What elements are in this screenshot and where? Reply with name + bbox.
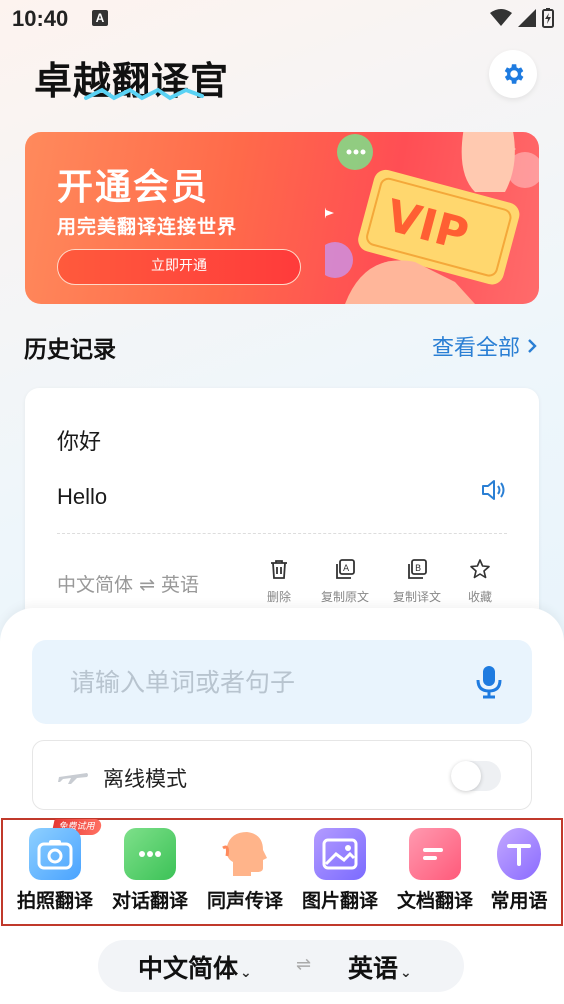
- star-icon: [470, 559, 490, 579]
- activate-button[interactable]: 立即开通: [57, 249, 301, 285]
- gear-icon: [504, 64, 524, 84]
- trash-icon: [271, 560, 287, 579]
- tool-label: 文档翻译: [396, 890, 473, 912]
- tool-label: 常用语: [490, 890, 548, 912]
- tool-photo-translate[interactable]: 拍照翻译: [7, 828, 103, 913]
- history-target-text: Hello: [57, 484, 108, 509]
- document-icon: [409, 828, 461, 880]
- translate-input-box[interactable]: [32, 640, 532, 724]
- tool-label: 同声传译: [206, 890, 283, 912]
- svg-text:B: B: [415, 564, 421, 574]
- chevron-down-icon: ⌄: [400, 965, 412, 981]
- copy-source-icon: A: [336, 559, 355, 579]
- history-source-text: 你好: [57, 430, 102, 455]
- offline-mode-label: 离线模式: [103, 767, 187, 791]
- chat-bubble-icon: [124, 828, 176, 880]
- favorite-label: 收藏: [467, 590, 492, 604]
- history-title: 历史记录: [24, 337, 116, 363]
- copy-translation-icon: B: [408, 559, 427, 579]
- history-lang-from: 中文简体: [57, 574, 134, 596]
- delete-label: 删除: [266, 590, 291, 604]
- tool-image-translate[interactable]: 图片翻译: [292, 828, 388, 913]
- offline-mode-toggle[interactable]: [451, 761, 501, 791]
- notification-icon: A: [92, 10, 108, 26]
- svg-text:A: A: [343, 564, 350, 574]
- speaker-icon[interactable]: [480, 476, 508, 504]
- favorite-button[interactable]: 收藏: [448, 558, 512, 605]
- view-all-link[interactable]: 查看全部: [432, 330, 538, 362]
- view-all-label: 查看全部: [431, 336, 520, 361]
- signal-icon: [518, 9, 536, 27]
- target-language-label: 英语: [348, 954, 399, 983]
- copy-translation-button[interactable]: B 复制译文: [385, 558, 449, 605]
- tool-simultaneous-interpretation[interactable]: 同声传译: [197, 828, 293, 913]
- battery-icon: [542, 8, 554, 28]
- source-language-button[interactable]: 中文简体 ⌄: [138, 949, 252, 985]
- tools-row: 免费试用 拍照翻译 对话翻译 同声传译 图片翻译 文档翻译 常用语: [1, 818, 563, 926]
- target-language-button[interactable]: 英语 ⌄: [348, 949, 412, 985]
- card-divider: [57, 533, 507, 534]
- chevron-down-icon: ⌄: [240, 965, 252, 981]
- status-time: 10:40: [12, 6, 69, 31]
- tool-label: 拍照翻译: [16, 890, 93, 912]
- tool-label: 图片翻译: [301, 890, 378, 912]
- airplane-icon: [58, 773, 88, 784]
- wifi-icon: [490, 9, 512, 26]
- settings-button[interactable]: [489, 50, 537, 98]
- camera-icon: [29, 828, 81, 880]
- banner-subtitle: 用完美翻译连接世界: [57, 216, 238, 238]
- history-card[interactable]: 你好 Hello 中文简体 ⇌ 英语 删除 A 复制原文 B 复制译文 收藏: [25, 388, 539, 638]
- translate-input[interactable]: [70, 664, 450, 700]
- language-selector-bar: 中文简体 ⌄ ⇌ 英语 ⌄: [98, 940, 464, 992]
- vip-banner[interactable]: 开通会员 用完美翻译连接世界 立即开通 VIP: [25, 132, 539, 304]
- status-icons: [490, 8, 554, 28]
- history-lang-to: 英语: [161, 574, 200, 596]
- swap-languages-button[interactable]: ⇌: [296, 954, 311, 975]
- history-swap-icon: ⇌: [139, 574, 155, 596]
- status-bar: 10:40 A: [0, 0, 564, 40]
- offline-mode-row[interactable]: 离线模式: [32, 740, 532, 810]
- microphone-icon[interactable]: [472, 664, 506, 700]
- delete-button[interactable]: 删除: [247, 558, 311, 605]
- tool-common-phrases[interactable]: 常用语: [475, 828, 563, 913]
- source-language-label: 中文简体: [138, 954, 239, 983]
- title-underline-decoration: [84, 87, 204, 101]
- copy-source-label: 复制原文: [320, 590, 369, 604]
- tool-label: 对话翻译: [111, 890, 188, 912]
- vip-card-illustration: VIP: [325, 132, 539, 304]
- copy-source-button[interactable]: A 复制原文: [313, 558, 377, 605]
- banner-title: 开通会员: [57, 167, 210, 208]
- history-lang-pair: 中文简体 ⇌ 英语: [57, 570, 199, 597]
- copy-translation-label: 复制译文: [392, 590, 441, 604]
- chevron-right-icon: [528, 339, 537, 353]
- toggle-knob: [451, 761, 481, 791]
- image-icon: [314, 828, 366, 880]
- tool-dialogue-translate[interactable]: 对话翻译: [102, 828, 198, 913]
- text-t-icon: [497, 828, 541, 880]
- tool-document-translate[interactable]: 文档翻译: [387, 828, 483, 913]
- head-profile-icon: [219, 828, 271, 880]
